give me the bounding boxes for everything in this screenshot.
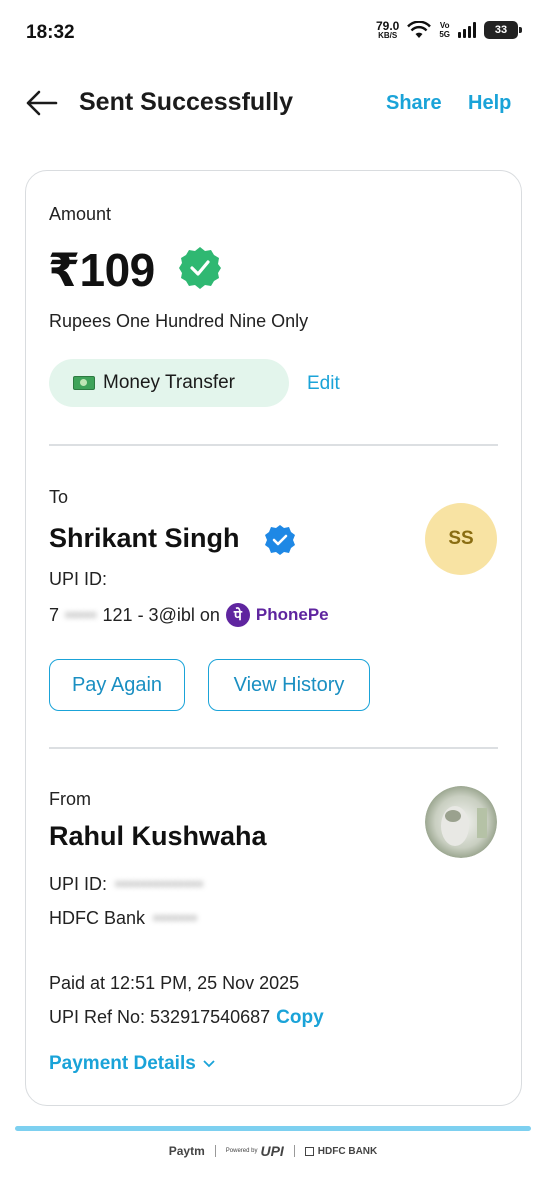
edit-category-button[interactable]: Edit bbox=[307, 373, 340, 395]
verified-icon bbox=[265, 525, 295, 555]
powered-by-label: Powered by bbox=[225, 1148, 258, 1154]
sender-upi-label: UPI ID: bbox=[49, 874, 108, 894]
sender-bank-redacted: ••••••• bbox=[153, 908, 198, 928]
hdfc-logo: HDFC BANK bbox=[304, 1145, 378, 1157]
upi-ref-number: UPI Ref No: 532917540687 bbox=[49, 1007, 271, 1027]
recipient-name: Shrikant Singh bbox=[49, 523, 240, 553]
pay-again-button[interactable]: Pay Again bbox=[49, 659, 185, 711]
recipient-avatar: SS bbox=[425, 503, 497, 575]
separator bbox=[214, 1145, 216, 1157]
transaction-card: Amount ₹109 Rupees One Hundred Nine Only… bbox=[25, 170, 522, 1106]
sender-avatar bbox=[425, 786, 497, 858]
upi-logo: Powered by UPI bbox=[226, 1143, 284, 1159]
network-speed-unit: KB/S bbox=[378, 31, 398, 40]
status-indicators: 79.0 KB/S Vo 5G 33 bbox=[376, 20, 522, 40]
network-speed: 79.0 KB/S bbox=[376, 20, 399, 40]
success-check-icon bbox=[179, 247, 221, 289]
recipient-upi-visible: 121 - 3@ibl on bbox=[102, 604, 220, 625]
chevron-down-icon bbox=[203, 1060, 215, 1068]
payment-details-toggle[interactable]: Payment Details bbox=[49, 1053, 216, 1075]
separator bbox=[293, 1145, 295, 1157]
share-button[interactable]: Share bbox=[386, 92, 442, 115]
help-button[interactable]: Help bbox=[468, 92, 511, 115]
sender-bank-row: HDFC Bank ••••••• bbox=[49, 908, 197, 929]
header: Sent Successfully Share Help bbox=[0, 70, 546, 140]
sender-upi-row: UPI ID: •••••••••••••• bbox=[49, 874, 203, 895]
recipient-upi-masked: 7 bbox=[49, 604, 60, 625]
amount-value: ₹109 bbox=[48, 244, 155, 296]
category-chip[interactable]: Money Transfer bbox=[49, 359, 289, 407]
amount-label: Amount bbox=[49, 204, 112, 224]
back-arrow-icon[interactable] bbox=[24, 88, 60, 118]
recipient-upi-redacted: ••••• bbox=[65, 604, 97, 625]
battery-icon: 33 bbox=[484, 21, 522, 39]
upi-ref-row: UPI Ref No: 532917540687 Copy bbox=[49, 1007, 324, 1029]
copy-ref-button[interactable]: Copy bbox=[276, 1007, 324, 1029]
footer-logos: Paytm Powered by UPI HDFC BANK bbox=[0, 1143, 546, 1159]
status-bar: 18:32 79.0 KB/S Vo 5G 33 bbox=[0, 0, 546, 64]
sender-name: Rahul Kushwaha bbox=[49, 821, 267, 851]
sender-upi-redacted: •••••••••••••• bbox=[115, 874, 204, 894]
status-time: 18:32 bbox=[26, 22, 75, 43]
to-label: To bbox=[49, 487, 69, 507]
hdfc-logo-icon bbox=[304, 1146, 314, 1156]
phonepe-logo-icon: पे bbox=[225, 603, 250, 627]
payment-details-label: Payment Details bbox=[49, 1053, 196, 1074]
category-label: Money Transfer bbox=[103, 372, 235, 393]
divider bbox=[49, 444, 498, 446]
sender-bank: HDFC Bank bbox=[49, 908, 146, 928]
recipient-upi-label: UPI ID: bbox=[49, 569, 108, 589]
upi-label: UPI bbox=[260, 1143, 284, 1159]
divider bbox=[49, 747, 498, 749]
signal-icon bbox=[458, 22, 476, 38]
volte-top: Vo bbox=[439, 21, 450, 30]
footer-strip bbox=[15, 1126, 531, 1131]
wifi-icon bbox=[407, 21, 432, 38]
paid-at: Paid at 12:51 PM, 25 Nov 2025 bbox=[49, 973, 300, 993]
paytm-logo: Paytm bbox=[168, 1144, 205, 1158]
view-history-button[interactable]: View History bbox=[208, 659, 370, 711]
recipient-upi-row: 7 ••••• 121 - 3@ibl on पे PhonePe bbox=[49, 603, 329, 627]
hdfc-label: HDFC BANK bbox=[317, 1145, 378, 1157]
page-title: Sent Successfully bbox=[79, 88, 293, 116]
volte-bottom: 5G bbox=[439, 30, 450, 39]
battery-level: 33 bbox=[494, 24, 508, 36]
money-icon bbox=[73, 376, 95, 390]
volte-indicator: Vo 5G bbox=[439, 21, 450, 39]
from-label: From bbox=[49, 789, 91, 809]
amount-in-words: Rupees One Hundred Nine Only bbox=[49, 311, 309, 331]
phonepe-label: PhonePe bbox=[255, 605, 329, 624]
